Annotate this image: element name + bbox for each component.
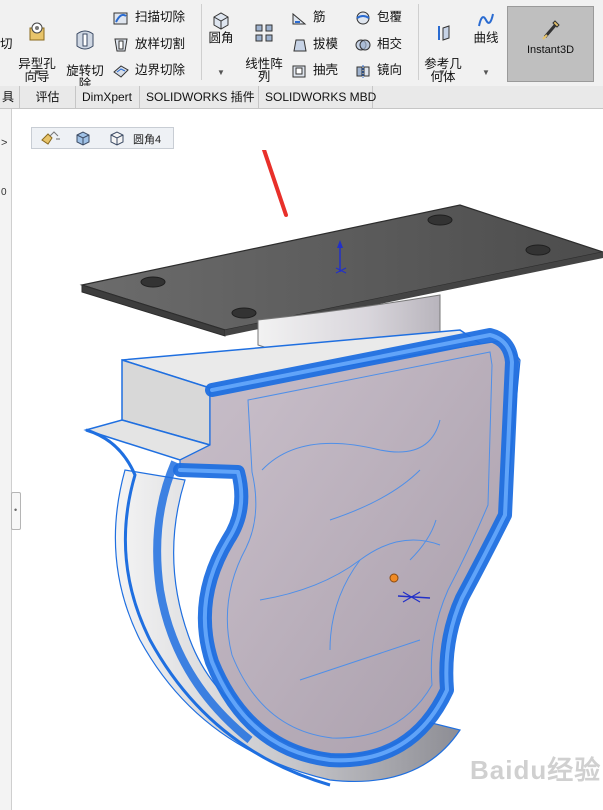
linear-pattern-icon bbox=[255, 24, 273, 42]
fillet-label: 圆角 bbox=[208, 31, 234, 45]
wrap-button[interactable]: 包覆 bbox=[355, 9, 402, 26]
fillet-dropdown[interactable]: ▼ bbox=[217, 68, 225, 77]
linear-pattern-dropdown[interactable]: ▼ bbox=[260, 68, 268, 77]
reference-geometry-dropdown[interactable]: ▼ bbox=[438, 68, 446, 77]
ribbon-separator bbox=[201, 4, 202, 80]
command-tab-bar: 具 评估 DimXpert SOLIDWORKS 插件 SOLIDWORKS M… bbox=[0, 86, 603, 109]
intersect-label: 相交 bbox=[377, 37, 403, 51]
breadcrumb-feature-label[interactable]: 圆角4 bbox=[133, 131, 161, 147]
mirror-button[interactable]: 镜向 bbox=[355, 62, 402, 79]
tab-solidworks-addins[interactable]: SOLIDWORKS 插件 bbox=[140, 86, 259, 108]
graphics-viewport[interactable] bbox=[12, 150, 603, 810]
watermark: Baidu经验 bbox=[470, 755, 602, 785]
wrap-label: 包覆 bbox=[377, 10, 403, 24]
revolve-cut-icon bbox=[76, 30, 94, 50]
hole-wizard-icon bbox=[29, 22, 45, 41]
curves-label: 曲线 bbox=[473, 31, 499, 45]
fillet-button[interactable]: 圆角 bbox=[203, 10, 239, 45]
boundary-cut-button[interactable]: 边界切除 bbox=[113, 62, 185, 79]
lofted-cut-label: 放样切割 bbox=[135, 37, 186, 51]
breadcrumb: 圆角4 bbox=[31, 127, 174, 149]
instant3d-icon bbox=[541, 20, 560, 40]
wrap-icon bbox=[356, 11, 370, 25]
curves-dropdown[interactable]: ▼ bbox=[482, 68, 490, 77]
boundary-cut-icon bbox=[113, 65, 129, 78]
reference-geometry-icon bbox=[438, 25, 450, 41]
intersect-icon bbox=[355, 39, 371, 51]
lofted-cut-button[interactable]: 放样切割 bbox=[113, 36, 185, 53]
cut-extrude-button[interactable]: 切 bbox=[0, 37, 13, 51]
command-ribbon: 切 异型孔 向导 ▼ 旋转切 除 扫描切除 放样切割 边界切除 圆角 ▼ 线性阵… bbox=[0, 0, 603, 91]
revolve-cut-button[interactable]: 旋转切 除 bbox=[63, 17, 107, 91]
tab-tools[interactable]: 具 bbox=[0, 86, 20, 108]
ribbon-separator bbox=[418, 4, 419, 80]
rib-button[interactable]: 筋 bbox=[291, 9, 326, 26]
shell-button[interactable]: 抽壳 bbox=[291, 62, 338, 79]
draft-label: 拔模 bbox=[313, 37, 339, 51]
swept-cut-icon bbox=[113, 12, 128, 25]
instant3d-label: Instant3D bbox=[526, 44, 575, 56]
rib-label: 筋 bbox=[313, 10, 326, 24]
caster-fork-body[interactable] bbox=[83, 328, 521, 787]
draft-button[interactable]: 拔模 bbox=[291, 36, 338, 53]
panel-value: 0 bbox=[1, 187, 7, 198]
swept-cut-button[interactable]: 扫描切除 bbox=[113, 9, 185, 26]
body-icon[interactable] bbox=[74, 130, 92, 146]
curves-icon bbox=[478, 13, 494, 27]
mirror-icon bbox=[356, 64, 370, 78]
annotation-arrow bbox=[261, 150, 288, 217]
instant3d-button[interactable]: Instant3D bbox=[507, 6, 594, 82]
fillet-icon bbox=[213, 12, 229, 30]
fillet-feature-icon[interactable] bbox=[108, 130, 126, 146]
expand-panel-icon[interactable]: > bbox=[1, 137, 7, 149]
curves-button[interactable]: 曲线 bbox=[469, 10, 503, 45]
mirror-label: 镜向 bbox=[377, 63, 403, 77]
boundary-cut-label: 边界切除 bbox=[135, 63, 186, 77]
tab-solidworks-mbd[interactable]: SOLIDWORKS MBD bbox=[259, 86, 376, 108]
shell-icon bbox=[292, 65, 306, 78]
lofted-cut-icon bbox=[114, 38, 128, 52]
swept-cut-label: 扫描切除 bbox=[135, 10, 186, 24]
tab-evaluate[interactable]: 评估 bbox=[20, 86, 76, 108]
intersect-button[interactable]: 相交 bbox=[355, 36, 402, 53]
part-icon[interactable] bbox=[40, 130, 62, 146]
tab-dimxpert[interactable]: DimXpert bbox=[76, 86, 140, 108]
hole-wizard-dropdown[interactable]: ▼ bbox=[33, 68, 41, 77]
shell-label: 抽壳 bbox=[313, 63, 339, 77]
feature-manager-edge: > 0 bbox=[0, 109, 12, 810]
draft-icon bbox=[293, 39, 307, 52]
cut-extrude-label: 切 bbox=[0, 37, 13, 51]
rib-icon bbox=[292, 12, 307, 25]
